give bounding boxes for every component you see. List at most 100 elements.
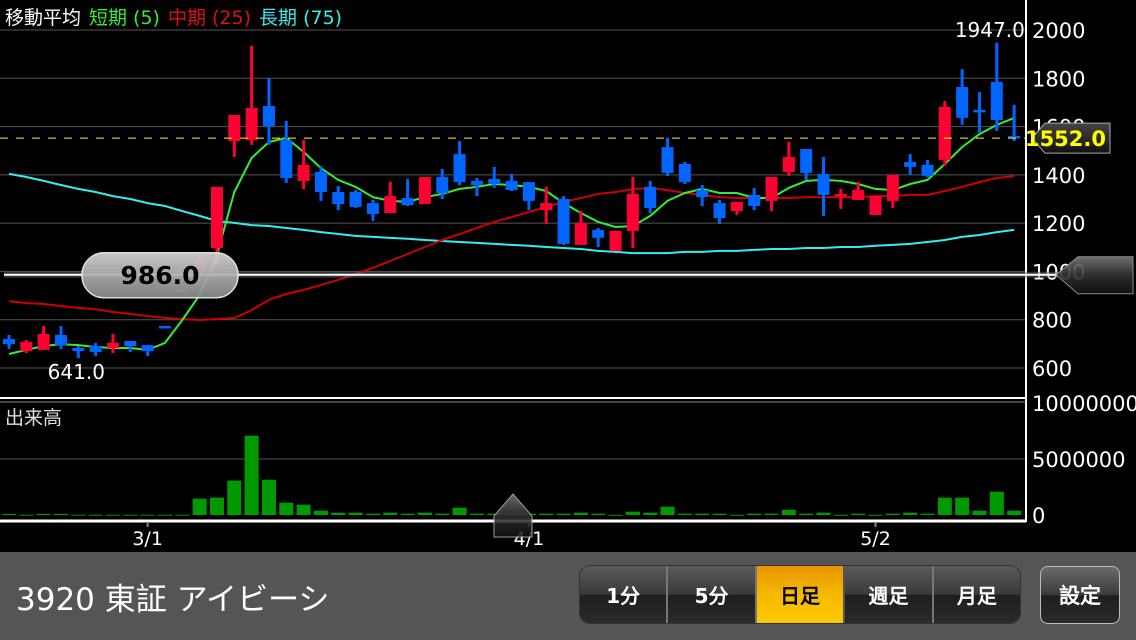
candle-down [349,190,362,208]
stock-name: 3920 東証 アイビーシ [16,582,330,618]
candle-body [20,341,33,352]
candle-down [817,156,830,216]
candle-body [748,194,761,207]
candle-body [349,191,362,207]
volume-bar [591,513,606,515]
volume-bar [972,510,987,515]
candle-up [245,45,258,145]
volume-bar [816,512,831,515]
candle-down [366,199,379,221]
volume-bar [937,497,952,515]
volume-bar [712,513,727,515]
volume-bar [175,514,190,516]
candle-down [713,199,726,225]
volume-bar [608,514,623,516]
time-scroll-handle[interactable] [493,493,533,538]
period-weekly-button[interactable]: 週足 [845,566,934,623]
volume-bar [799,513,814,515]
period-1min-button[interactable]: 1分 [580,566,669,623]
volume-bar [764,513,779,515]
candle-body [314,171,327,192]
volume-bar [903,512,918,515]
period-monthly-button[interactable]: 月足 [934,566,1020,623]
candlestick-chart[interactable]: 2000180016001400120010008006001000000050… [0,0,1136,552]
candle-body [592,229,605,238]
candle-down [401,178,414,207]
candle-down [921,159,934,178]
volume-bar [400,513,415,515]
candle-body [696,190,709,198]
candle-body [384,196,397,214]
candle-body [904,162,917,167]
volume-bar [123,514,138,516]
candle-body [678,163,691,183]
candle-body [124,340,137,347]
candle-body [89,346,102,353]
candle-up [782,142,795,177]
candle-up [418,177,431,205]
candle-down [592,227,605,248]
candle-body [540,203,553,211]
volume-bar [677,513,692,515]
candle-down [644,180,657,214]
volume-bar [279,502,294,515]
candle-body [886,174,899,201]
volume-bar [244,435,259,515]
candle-down [678,162,691,185]
candle-up [20,339,33,354]
volume-bar [729,514,744,516]
volume-bar [53,513,68,515]
candle-up [540,186,553,225]
volume-bar [36,513,51,515]
volume-bar [105,514,120,516]
ma-short-line [8,116,1015,355]
volume-bar [331,512,346,515]
volume-bar [781,509,796,515]
candle-down [124,340,137,353]
price-tick-label: 600 [1032,357,1072,381]
candle-body [106,342,119,348]
volume-bar [296,504,311,515]
volume-tick-label: 10000000 [1032,392,1136,416]
volume-bar [383,512,398,515]
volume-bar [955,497,970,515]
volume-bar [747,513,762,515]
overlays[interactable]: 1552.0 986.0 [0,122,1134,538]
candle-body [938,107,951,160]
candle-up [609,230,622,251]
candle-down [990,42,1003,131]
candle-down [557,196,570,245]
candle-body [522,182,535,201]
volume-bar [833,514,848,516]
bottom-bar: 3920 東証 アイビーシ 1分 5分 日足 週足 月足 設定 [0,552,1136,640]
candles [3,42,1021,359]
moving-average-legend: 移動平均 短期 (5) 中期 (25) 長期 (75) [5,3,350,30]
volume-bar [660,506,675,515]
current-price-label: 1552.0 [1025,127,1106,151]
candle-up [384,181,397,214]
date-label: 5/2 [860,528,891,550]
period-daily-button[interactable]: 日足 [756,566,846,623]
volume-bar [2,513,16,515]
candle-body [626,193,639,231]
candle-body [332,191,345,205]
candle-body [54,334,67,346]
volume-tick-label: 5000000 [1032,448,1126,472]
candle-body [800,149,813,173]
candle-up [37,325,50,350]
crosshair-price-label: 986.0 [120,261,199,290]
candle-body [210,186,223,249]
candle-up [834,188,847,209]
period-selector: 1分 5分 日足 週足 月足 [580,566,1020,623]
candle-down [904,154,917,175]
candle-down [332,185,345,211]
candle-body [470,180,483,185]
candle-body [973,109,986,113]
legend-title: 移動平均 [5,7,82,29]
candle-down [158,325,171,329]
candle-down [748,187,761,211]
settings-button[interactable]: 設定 [1040,566,1120,624]
volume-bar [88,514,103,516]
period-5min-button[interactable]: 5分 [668,566,757,623]
volume-bar [417,512,432,515]
